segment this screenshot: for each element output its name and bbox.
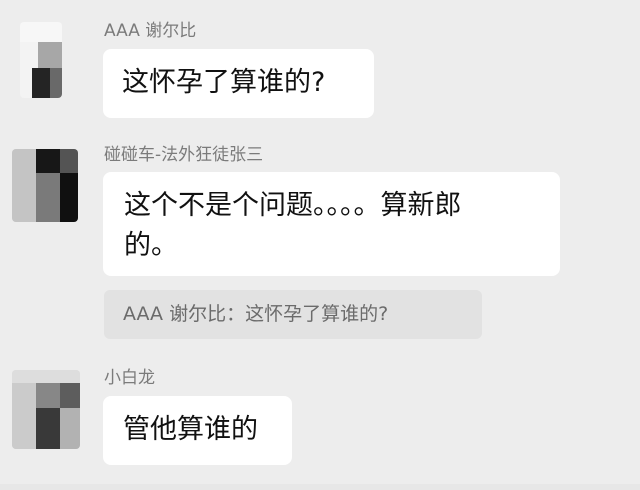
message-text-line: 管他算谁的: [123, 414, 258, 445]
avatar-pixel: [36, 408, 60, 449]
avatar-pixel: [60, 383, 80, 408]
message-sender-name: 小白龙: [104, 368, 155, 388]
avatar-icon[interactable]: [20, 22, 62, 98]
message-bubble[interactable]: 管他算谁的: [103, 396, 292, 465]
avatar-pixel: [36, 173, 60, 222]
avatar-pixel: [12, 149, 36, 222]
avatar-pixel: [32, 68, 50, 98]
message-bubble[interactable]: 这怀孕了算谁的?: [103, 49, 374, 118]
avatar-pixel: [20, 22, 62, 42]
message-text-line: 的。: [124, 230, 178, 261]
quoted-message[interactable]: AAA 谢尔比：这怀孕了算谁的?: [104, 290, 482, 339]
message-sender-name: 碰碰车-法外狂徒张三: [104, 145, 264, 165]
message-bubble[interactable]: 这个不是个问题。。。。算新郎 的。: [103, 172, 560, 276]
message-text-line: 这个不是个问题。。。。算新郎: [124, 190, 462, 221]
avatar-pixel: [12, 370, 80, 383]
avatar-icon[interactable]: [12, 149, 78, 222]
avatar-icon[interactable]: [12, 370, 80, 449]
message-text-line: 这怀孕了算谁的?: [122, 67, 326, 98]
chat-thread: AAA 谢尔比 这怀孕了算谁的? 碰碰车-法外狂徒张三 这个不是个问题。。。。算…: [0, 0, 640, 490]
avatar-pixel: [60, 408, 80, 449]
avatar-pixel: [60, 149, 78, 173]
message-sender-name: AAA 谢尔比: [104, 21, 197, 41]
avatar-pixel: [38, 42, 62, 68]
avatar-pixel: [12, 383, 36, 449]
avatar-pixel: [36, 149, 60, 173]
avatar-pixel: [50, 68, 62, 98]
next-message-edge: [0, 484, 640, 490]
avatar-pixel: [36, 383, 60, 408]
avatar-pixel: [60, 173, 78, 222]
